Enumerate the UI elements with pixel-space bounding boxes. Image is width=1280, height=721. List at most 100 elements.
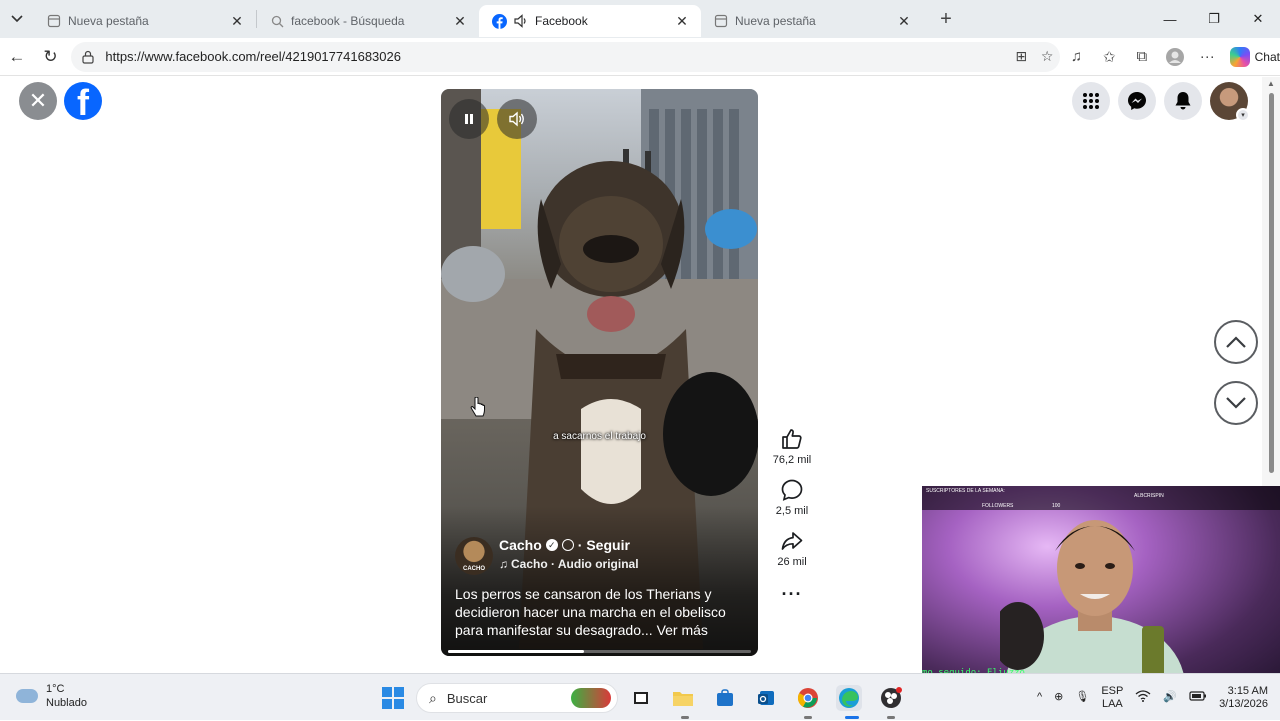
menu-grid-icon[interactable] [1072,82,1110,120]
tab-nueva-pestana-2[interactable]: Nueva pestaña ✕ [701,5,923,37]
windows-logo-icon [382,687,404,709]
url-text[interactable]: https://www.facebook.com/reel/4219017741… [105,49,1008,64]
search-icon: ⌕ [429,689,437,706]
tab-title: Nueva pestaña [68,14,149,28]
outlook-icon[interactable] [754,685,780,711]
tab-nueva-pestana-1[interactable]: Nueva pestaña ✕ [34,5,256,37]
favorites-icon[interactable]: ✩ [1093,40,1126,73]
app-available-icon[interactable]: ⊞ [1008,44,1034,70]
pause-button[interactable] [449,99,489,139]
video-progress-bar[interactable] [448,650,751,653]
site-info-icon[interactable] [81,50,97,64]
minimize-icon[interactable]: — [1148,0,1192,38]
tab-actions-menu[interactable] [0,4,34,34]
wifi-icon[interactable] [1135,689,1151,706]
tab-facebook-busqueda[interactable]: facebook - Búsqueda ✕ [257,5,479,37]
address-bar-row: ← ↻ https://www.facebook.com/reel/421901… [0,38,1280,76]
pause-icon [465,114,473,124]
like-button[interactable]: 76,2 mil [772,427,812,466]
tab-title: facebook - Búsqueda [291,14,405,28]
file-explorer-icon[interactable] [670,685,696,711]
show-hidden-icons-icon[interactable]: ^ [1037,691,1042,704]
volume-icon[interactable]: 🔊 [1163,691,1177,704]
collections-icon[interactable]: ⧉ [1126,40,1159,73]
thumbs-up-icon [782,429,802,449]
copilot-chat-button[interactable]: Chat [1229,46,1280,67]
audio-label: Cacho · Audio original [511,557,639,571]
next-reel-button[interactable] [1214,381,1258,425]
more-options-icon[interactable]: ··· [1191,40,1224,73]
previous-reel-button[interactable] [1214,320,1258,364]
back-icon[interactable]: ← [0,40,34,74]
page-icon [46,13,62,29]
page-icon [713,13,729,29]
volume-icon [509,111,524,127]
author-avatar-text: CACHO [463,566,485,572]
microphone-icon[interactable]: 🎙 [1075,691,1089,704]
language-indicator[interactable]: ESP LAA [1101,685,1123,711]
author-avatar[interactable]: CACHO [455,537,493,575]
omnibox[interactable]: https://www.facebook.com/reel/4219017741… [71,41,1061,72]
chevron-down-icon [1226,397,1246,409]
weather-widget[interactable]: 1°C Nublado [16,682,87,710]
speaker-icon[interactable] [513,13,529,29]
volume-button[interactable] [497,99,537,139]
restore-icon[interactable]: ❐ [1192,0,1236,38]
taskbar-search[interactable]: ⌕ Buscar [416,683,618,713]
windows-taskbar: 1°C Nublado ⌕ Buscar ^ ⊕ 🎙 ESP LAA 🔊 3:1… [0,673,1280,720]
like-count: 76,2 mil [772,454,812,466]
new-tab-button[interactable]: + [931,4,961,34]
more-options-icon[interactable]: ··· [782,584,803,605]
weather-temp: 1°C [46,683,65,695]
weather-desc: Nublado [46,697,87,709]
reel-video[interactable]: a sacarnos el trabajo CACHO Cacho ✓ · Se… [441,89,758,656]
tab-title: Nueva pestaña [735,14,816,28]
comment-button[interactable]: 2,5 mil [776,478,808,517]
follow-button[interactable]: · Seguir [578,537,630,553]
reel-navigation [1214,320,1258,425]
notifications-bell-icon[interactable] [1164,82,1202,120]
facebook-icon [491,13,507,29]
close-tab-icon[interactable]: ✕ [451,12,469,30]
hud-count: 100 [1052,503,1061,509]
hud-followers: FOLLOWERS [982,503,1014,509]
scroll-up-icon[interactable]: ▲ [1267,79,1275,88]
close-reel-button[interactable]: ✕ [19,82,57,120]
running-indicator [887,716,895,719]
video-subtitle: a sacarnos el trabajo [553,431,646,442]
close-tab-icon[interactable]: ✕ [895,12,913,30]
audio-link[interactable]: ♫ Cacho · Audio original [499,557,639,571]
obs-icon[interactable] [878,685,904,711]
messenger-icon[interactable] [1118,82,1156,120]
task-view-icon[interactable] [628,685,654,711]
tab-title: Facebook [535,14,588,28]
see-more-link[interactable]: Ver más [657,622,708,638]
scrollbar-thumb[interactable] [1269,93,1274,473]
tab-strip: Nueva pestaña ✕ facebook - Búsqueda ✕ Fa… [0,0,1280,38]
author-name[interactable]: Cacho [499,537,542,553]
battery-icon[interactable] [1189,690,1207,705]
facebook-logo[interactable]: f [64,82,102,120]
close-tab-icon[interactable]: ✕ [673,12,691,30]
reload-icon[interactable]: ↻ [34,40,68,74]
close-window-icon[interactable]: ✕ [1236,0,1280,38]
tab-facebook[interactable]: Facebook ✕ [479,5,701,37]
read-aloud-icon[interactable]: ♫ [1060,40,1093,73]
share-button[interactable]: 26 mil [777,529,807,568]
clock-date: 3/13/2026 [1219,697,1268,710]
profile-icon[interactable] [1158,40,1191,73]
system-tray: ^ ⊕ 🎙 ESP LAA 🔊 3:15 AM 3/13/2026 [1031,674,1280,721]
chevron-down-icon: ▾ [1236,108,1250,122]
favorite-star-icon[interactable]: ☆ [1034,44,1060,70]
network-vpn-icon[interactable]: ⊕ [1054,691,1063,704]
edge-icon[interactable] [836,685,862,711]
cloud-icon [16,689,38,703]
chrome-icon[interactable] [795,685,821,711]
share-arrow-icon [781,532,803,550]
account-avatar[interactable]: ▾ [1210,82,1250,122]
search-highlight-icon [571,688,611,708]
clock[interactable]: 3:15 AM 3/13/2026 [1219,685,1268,711]
start-button[interactable] [380,685,406,711]
close-tab-icon[interactable]: ✕ [228,12,246,30]
store-icon[interactable] [712,685,738,711]
